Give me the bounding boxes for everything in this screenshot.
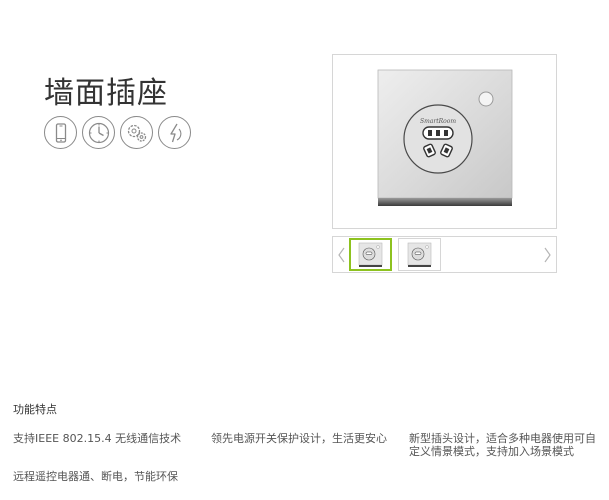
feature-item: 领先电源开关保护设计，生活更安心 — [211, 432, 387, 445]
thumb-socket-image — [407, 242, 431, 267]
energy-saving-icon — [158, 116, 191, 149]
thumbnail-1[interactable] — [349, 238, 392, 271]
svg-text:SmartRoom: SmartRoom — [420, 118, 456, 125]
gears-icon — [120, 116, 153, 149]
next-arrow-button[interactable] — [540, 237, 554, 272]
chevron-left-icon — [338, 247, 345, 262]
feature-item: 远程遥控电器通、断电，节能环保 — [13, 470, 178, 483]
feature-icon-row — [44, 116, 191, 149]
product-title: 墙面插座 — [44, 76, 168, 111]
thumb-socket-image — [358, 242, 382, 267]
product-main-image: SmartRoom — [332, 54, 557, 229]
chevron-right-icon — [544, 247, 551, 262]
features-heading: 功能特点 — [13, 403, 57, 416]
feature-item: 支持IEEE 802.15.4 无线通信技术 — [13, 432, 182, 445]
phone-icon — [44, 116, 77, 149]
thumbnail-strip — [332, 236, 557, 273]
prev-arrow-button[interactable] — [335, 237, 349, 272]
clock-icon — [82, 116, 115, 149]
feature-item: 新型插头设计，适合多种电器使用可自定义情景模式，支持加入场景模式 — [409, 432, 596, 458]
wall-socket-image: SmartRoom — [377, 69, 513, 206]
thumbnail-2[interactable] — [398, 238, 441, 271]
